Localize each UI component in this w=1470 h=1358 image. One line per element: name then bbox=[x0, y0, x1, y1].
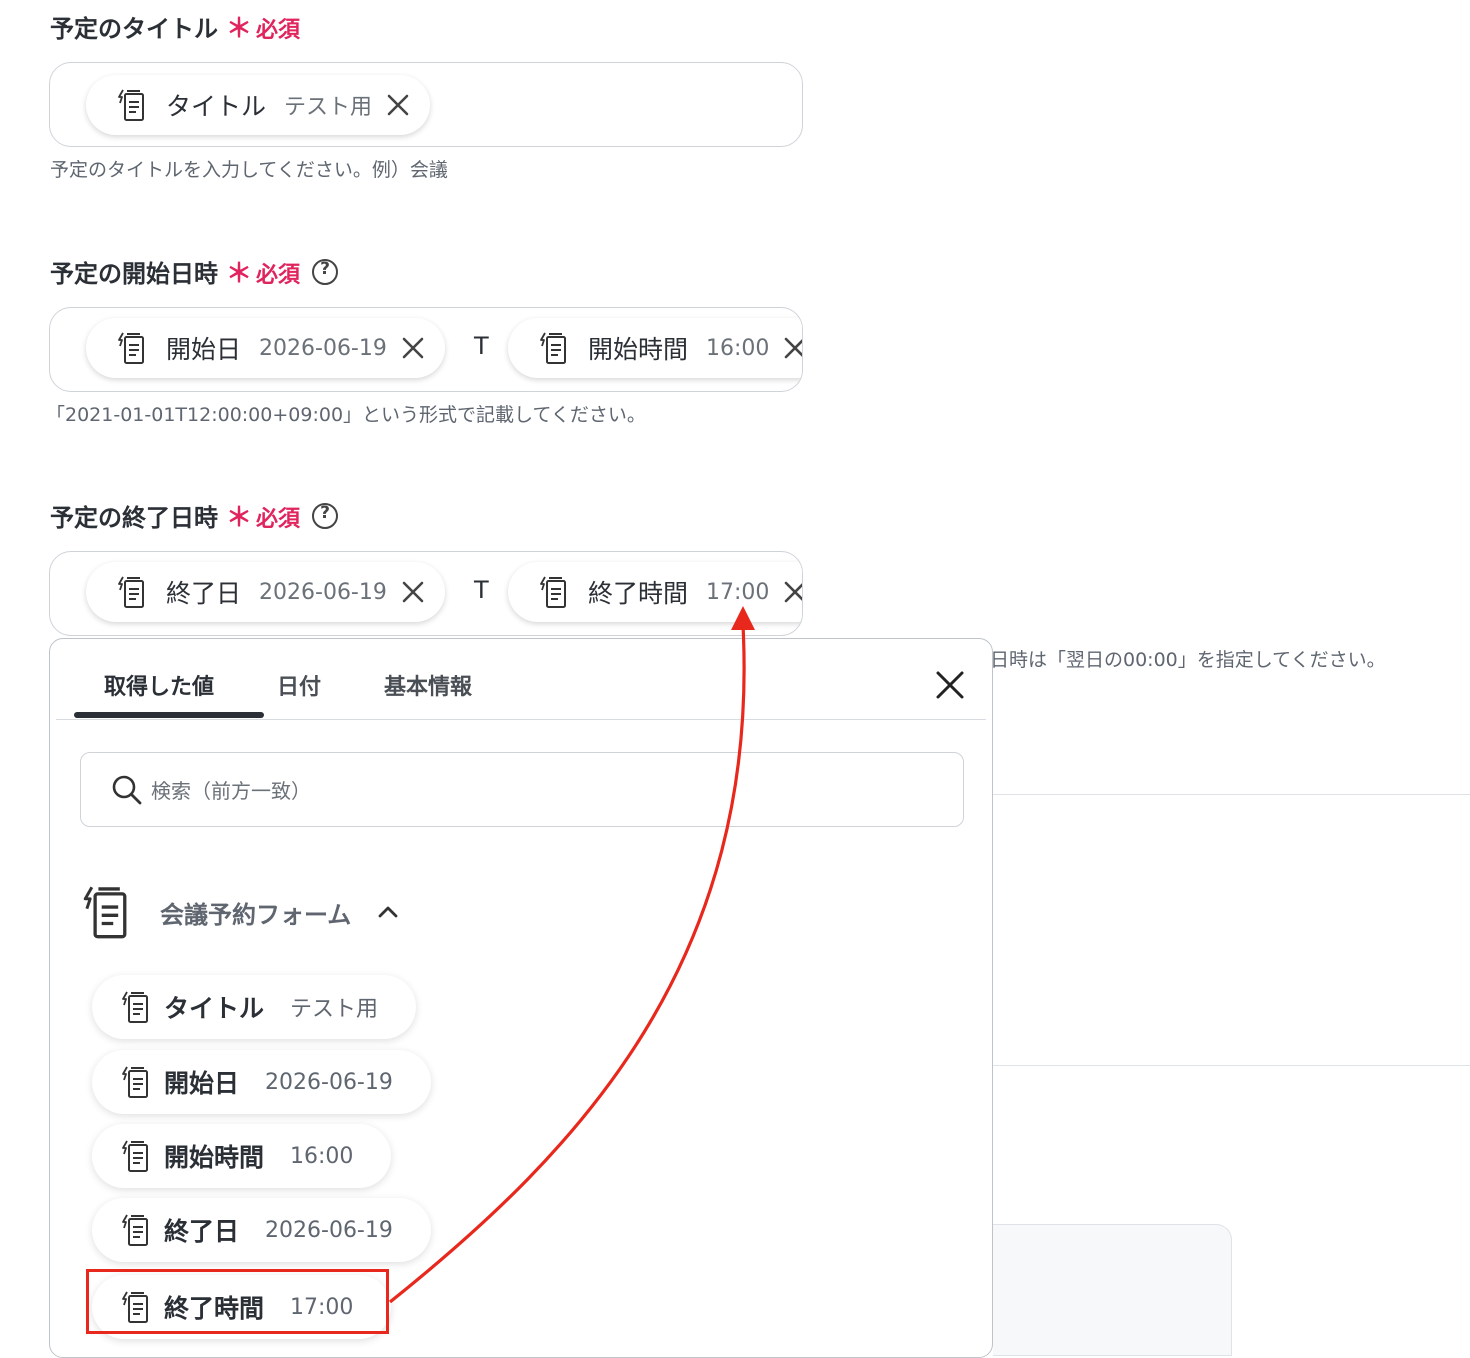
start-time-pill[interactable]: 開始時間 16:00 bbox=[508, 318, 803, 378]
required-badge: ＊必須 bbox=[226, 14, 301, 44]
chevron-up-icon[interactable] bbox=[377, 905, 399, 919]
close-icon[interactable] bbox=[399, 578, 427, 606]
title-field-hint: 予定のタイトルを入力してください。例）会議 bbox=[50, 159, 448, 181]
form-doc-icon bbox=[120, 1213, 150, 1247]
form-doc-icon bbox=[120, 1139, 150, 1173]
form-doc-icon bbox=[538, 575, 568, 609]
title-token-pill[interactable]: タイトル テスト用 bbox=[86, 75, 431, 135]
form-doc-icon bbox=[116, 88, 146, 122]
search-placeholder: 検索（前方一致） bbox=[151, 779, 311, 803]
close-icon[interactable] bbox=[384, 91, 412, 119]
form-doc-icon bbox=[116, 575, 146, 609]
highlight-box bbox=[86, 1269, 389, 1334]
end-date-pill[interactable]: 終了日 2026-06-19 bbox=[86, 562, 445, 622]
end-datetime-input[interactable]: 終了日 2026-06-19 T 終了時間 17:00 bbox=[49, 551, 803, 636]
title-field-label: 予定のタイトル ＊必須 bbox=[50, 8, 300, 45]
form-doc-icon bbox=[116, 331, 146, 365]
form-doc-icon bbox=[120, 990, 150, 1024]
close-icon[interactable] bbox=[781, 334, 803, 362]
date-time-separator: T bbox=[474, 332, 489, 360]
question-circle-icon[interactable] bbox=[312, 258, 339, 285]
start-field-label: 予定の開始日時 ＊必須 bbox=[50, 253, 339, 290]
search-icon bbox=[112, 775, 142, 804]
start-field-hint: 「2021-01-01T12:00:00+09:00」という形式で記載してくださ… bbox=[46, 404, 646, 426]
background-divider bbox=[993, 794, 1470, 795]
group-header[interactable]: 会議予約フォーム bbox=[80, 884, 399, 940]
tab-date[interactable]: 日付 bbox=[277, 669, 321, 701]
form-doc-icon bbox=[80, 884, 130, 940]
list-item-start-date[interactable]: 開始日 2026-06-19 bbox=[92, 1050, 431, 1114]
close-icon[interactable] bbox=[399, 334, 427, 362]
end-field-label: 予定の終了日時 ＊必須 bbox=[50, 497, 339, 534]
tab-basic-info[interactable]: 基本情報 bbox=[384, 669, 472, 701]
required-badge: ＊必須 bbox=[226, 503, 301, 533]
close-icon[interactable] bbox=[781, 578, 803, 606]
background-card bbox=[993, 1224, 1232, 1356]
end-time-pill[interactable]: 終了時間 17:00 bbox=[508, 562, 803, 622]
required-badge: ＊必須 bbox=[226, 259, 301, 289]
form-doc-icon bbox=[120, 1065, 150, 1099]
list-item-start-time[interactable]: 開始時間 16:00 bbox=[92, 1124, 392, 1188]
date-time-separator: T bbox=[474, 576, 489, 604]
end-field-hint: 日時は「翌日の00:00」を指定してください。 bbox=[990, 649, 1386, 671]
start-datetime-input[interactable]: 開始日 2026-06-19 T 開始時間 16:00 bbox=[49, 307, 803, 392]
close-icon[interactable] bbox=[934, 669, 966, 701]
active-tab-indicator bbox=[74, 712, 264, 718]
search-input[interactable]: 検索（前方一致） bbox=[80, 752, 964, 827]
title-input[interactable]: タイトル テスト用 bbox=[49, 62, 803, 147]
list-item-end-date[interactable]: 終了日 2026-06-19 bbox=[92, 1198, 431, 1262]
group-name: 会議予約フォーム bbox=[160, 900, 352, 929]
background-divider bbox=[993, 1065, 1470, 1066]
form-doc-icon bbox=[538, 331, 568, 365]
value-picker-panel: 取得した値 日付 基本情報 検索（前方一致） 会議予約フォーム タイトル テスト… bbox=[49, 638, 993, 1358]
question-circle-icon[interactable] bbox=[312, 502, 339, 529]
tab-divider bbox=[56, 719, 986, 720]
list-item-title[interactable]: タイトル テスト用 bbox=[92, 975, 417, 1039]
title-field-label-text: 予定のタイトル bbox=[50, 15, 218, 43]
start-date-pill[interactable]: 開始日 2026-06-19 bbox=[86, 318, 445, 378]
tab-acquired-values[interactable]: 取得した値 bbox=[104, 669, 214, 701]
